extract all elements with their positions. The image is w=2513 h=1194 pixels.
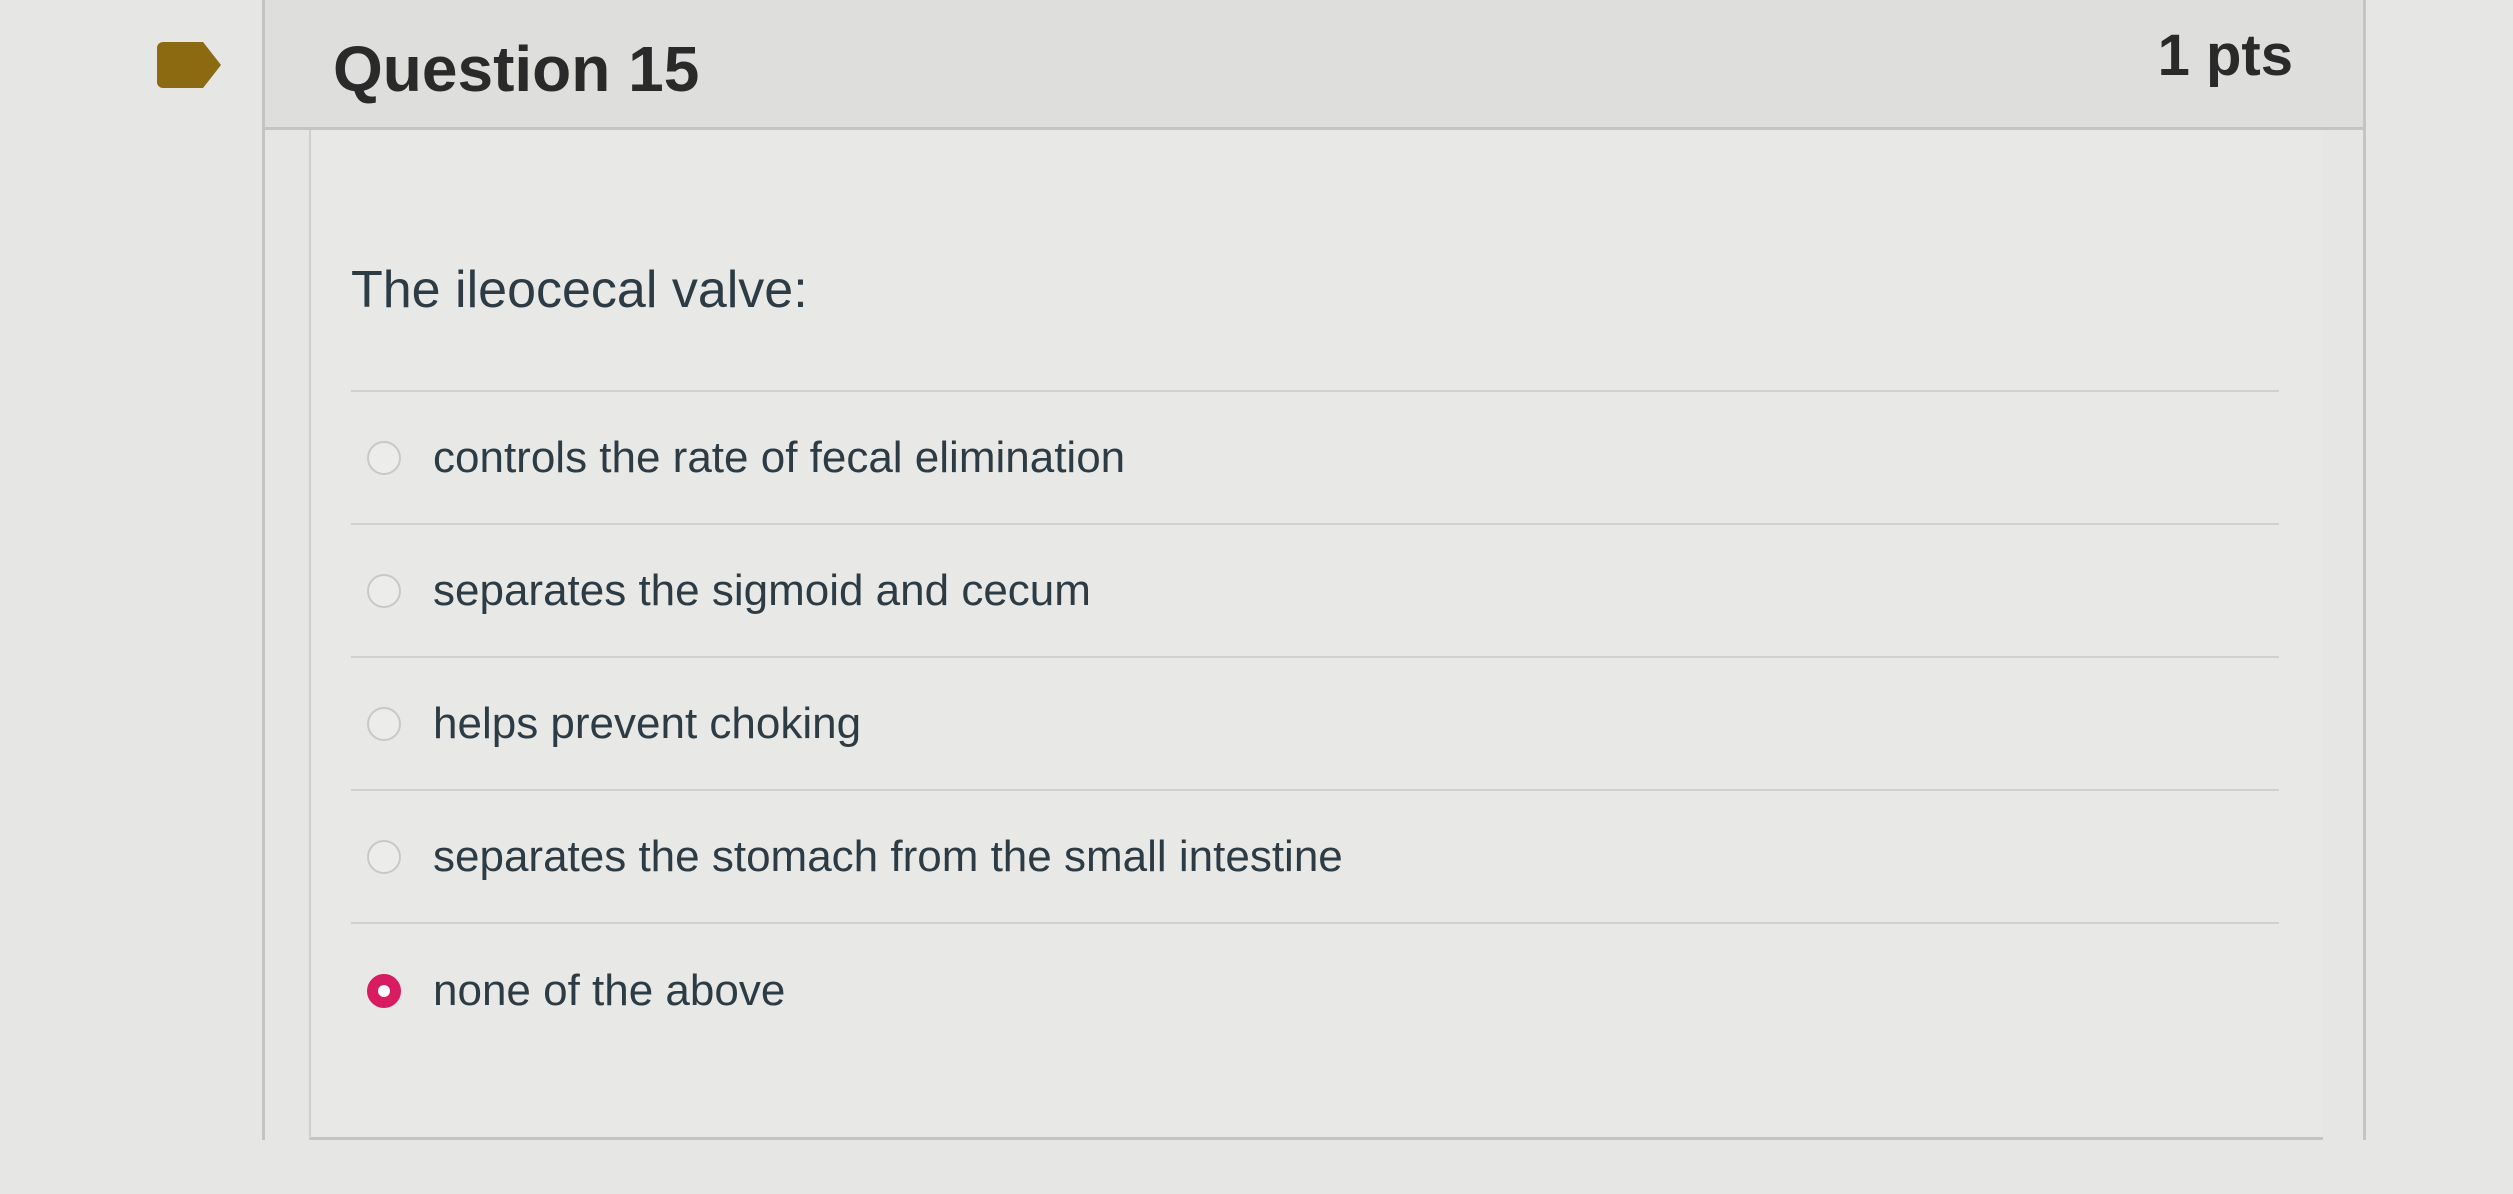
radio-button[interactable] xyxy=(367,573,401,608)
answer-option[interactable]: separates the sigmoid and cecum xyxy=(351,525,2279,658)
answer-label: helps prevent choking xyxy=(433,698,862,748)
answer-option[interactable]: controls the rate of fecal elimination xyxy=(351,392,2279,525)
radio-button-selected[interactable] xyxy=(367,973,401,1008)
answer-label: controls the rate of fecal elimination xyxy=(433,432,1126,482)
answer-option[interactable]: none of the above xyxy=(351,924,2279,1057)
answer-label: separates the sigmoid and cecum xyxy=(433,565,1091,615)
question-body: The ileocecal valve: controls the rate o… xyxy=(309,130,2323,1140)
answer-list: controls the rate of fecal elimination s… xyxy=(351,390,2279,1057)
radio-button[interactable] xyxy=(367,440,401,475)
question-card: Question 15 1 pts The ileocecal valve: c… xyxy=(262,0,2366,1140)
answer-label: separates the stomach from the small int… xyxy=(433,831,1343,881)
answer-option[interactable]: separates the stomach from the small int… xyxy=(351,791,2279,924)
flag-question-icon[interactable] xyxy=(157,42,221,88)
radio-button[interactable] xyxy=(367,706,401,741)
question-points: 1 pts xyxy=(2157,23,2293,88)
question-header: Question 15 1 pts xyxy=(265,0,2363,130)
radio-button[interactable] xyxy=(367,839,401,874)
answer-option[interactable]: helps prevent choking xyxy=(351,658,2279,791)
question-text: The ileocecal valve: xyxy=(351,261,808,319)
question-title: Question 15 xyxy=(333,33,700,105)
answer-label: none of the above xyxy=(433,965,786,1015)
